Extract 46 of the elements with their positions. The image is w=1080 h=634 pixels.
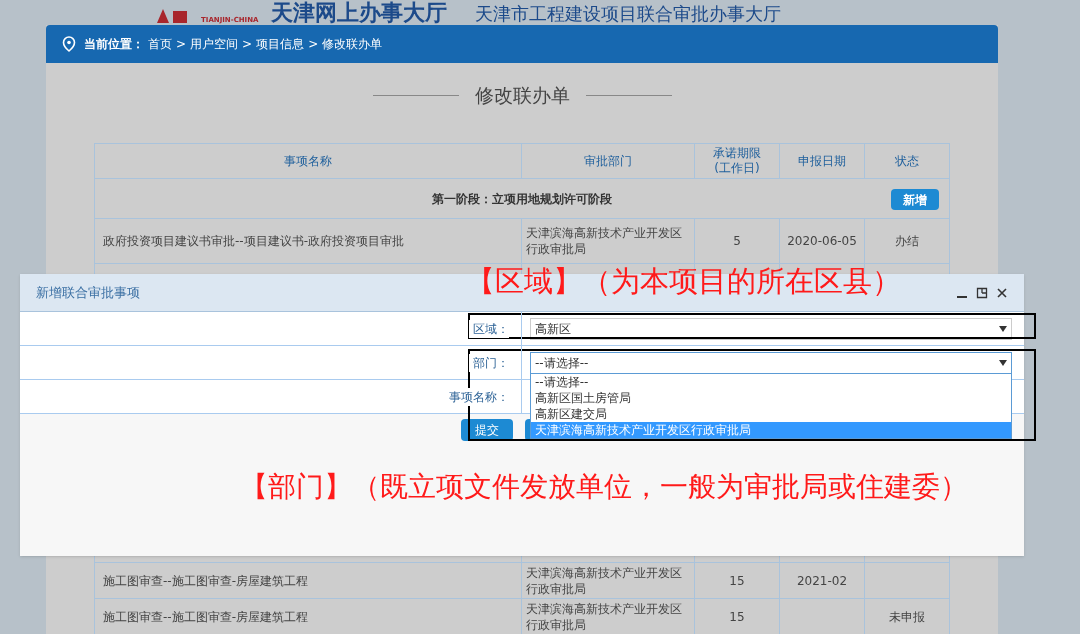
stage-title: 第一阶段：立项用地规划许可阶段 xyxy=(432,190,612,208)
date-cell-text: 2021-02 xyxy=(796,572,848,590)
location-pin-icon xyxy=(62,36,76,52)
dropdown-caret-icon xyxy=(999,359,1007,366)
days-cell-text: 15 xyxy=(729,572,745,590)
select-field[interactable]: 高新区 xyxy=(530,317,1012,340)
logo-icon xyxy=(155,7,189,25)
breadcrumb-label: 当前位置： xyxy=(84,36,144,53)
dialog-title: 新增联合审批事项 xyxy=(36,283,140,302)
breadcrumb-separator: > xyxy=(176,36,187,53)
dropdown-option[interactable]: --请选择-- xyxy=(531,374,1011,390)
column-header: 申报日期 xyxy=(798,153,846,169)
column-header: 审批部门 xyxy=(584,153,632,169)
status-cell-text: 未申报 xyxy=(889,608,925,626)
page-title: 修改联办单 xyxy=(474,82,570,108)
breadcrumb-link[interactable]: 用户空间 xyxy=(190,35,239,53)
dropdown-caret-icon xyxy=(999,325,1007,332)
item-name-cell-text: 施工图审查--施工图审查-房屋建筑工程 xyxy=(103,608,308,626)
department-cell-text: 天津滨海高新技术产业开发区行政审批局 xyxy=(526,600,683,633)
field-label: 区域： xyxy=(469,319,509,338)
department-cell-text: 天津滨海高新技术产业开发区行政审批局 xyxy=(526,225,683,257)
breadcrumb-link[interactable]: 项目信息 xyxy=(256,35,305,53)
site-subtitle: 天津市工程建设项目联合审批办事大厅 xyxy=(474,3,781,25)
breadcrumb-separator: > xyxy=(308,36,319,53)
add-button[interactable]: 新增 xyxy=(891,189,939,210)
close-icon[interactable] xyxy=(996,286,1008,299)
days-cell-text: 5 xyxy=(733,233,741,250)
date-cell-text: 2020-06-05 xyxy=(787,233,857,250)
dropdown-option[interactable]: 高新区建交局 xyxy=(531,406,1011,422)
item-name-cell-text: 政府投资项目建议书审批--项目建议书-政府投资项目审批 xyxy=(103,233,404,250)
maximize-icon[interactable] xyxy=(976,286,988,299)
column-header: 状态 xyxy=(895,153,919,169)
column-header: 承诺期限 (工作日) xyxy=(713,146,761,176)
department-cell-text: 天津滨海高新技术产业开发区行政审批局 xyxy=(526,564,683,597)
column-header: 事项名称 xyxy=(284,153,332,169)
breadcrumb-link[interactable]: 首页 xyxy=(148,35,172,53)
annotation-text: 【区域】（为本项目的所在区县） xyxy=(466,263,901,300)
annotation-text: 【部门】（既立项文件发放单位，一般为审批局或住建委） xyxy=(240,469,968,505)
days-cell-text: 15 xyxy=(729,608,745,626)
breadcrumb-separator: > xyxy=(242,36,253,53)
item-name-cell-text: 施工图审查--施工图审查-房屋建筑工程 xyxy=(103,572,308,590)
dropdown-option[interactable]: 天津滨海高新技术产业开发区行政审批局 xyxy=(531,422,1011,438)
breadcrumb-link[interactable]: 修改联办单 xyxy=(322,35,383,53)
dropdown-option[interactable]: 高新区国土房管局 xyxy=(531,390,1011,406)
site-title: 天津网上办事大厅 xyxy=(270,1,447,25)
status-cell-text: 办结 xyxy=(895,233,919,250)
